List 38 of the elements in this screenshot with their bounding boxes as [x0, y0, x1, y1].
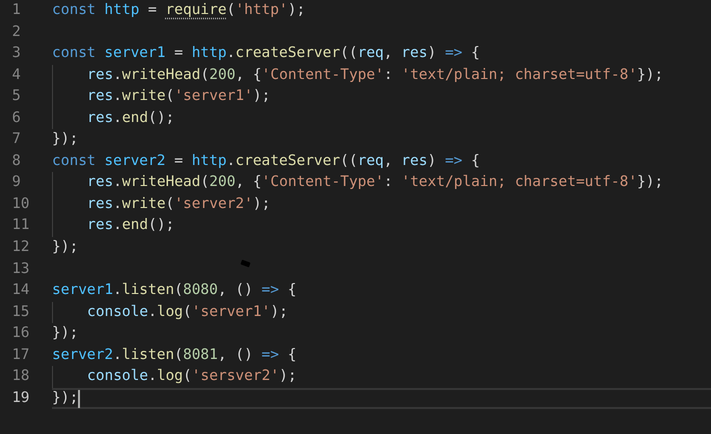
line-number: 10	[12, 194, 30, 214]
line-number: 8	[12, 152, 22, 171]
line-number: 1	[12, 1, 22, 20]
code-line: });	[52, 130, 78, 150]
text-cursor	[78, 390, 80, 408]
line-number: 14	[12, 281, 30, 300]
code-line: const server2 = http.createServer((req, res) => {	[52, 152, 480, 171]
line-number: 16	[12, 324, 30, 344]
code-line: console.log('sersver2');	[87, 367, 297, 386]
code-line: res.end();	[87, 108, 174, 128]
line-number: 6	[12, 108, 22, 128]
code-line: });	[52, 238, 78, 258]
line-number: 18	[12, 367, 30, 386]
code-line: });	[52, 324, 78, 344]
line-number: 17	[12, 346, 30, 365]
line-number: 12	[12, 238, 30, 258]
code-line: res.writeHead(200, {'Content-Type': 'text/plain; charset=utf-8'});	[87, 66, 664, 85]
line-number: 3	[12, 44, 22, 64]
code-line: res.write('server1');	[87, 87, 270, 106]
code-line: });	[52, 388, 78, 408]
code-line: res.write('server2');	[87, 194, 270, 214]
code-line: console.log('server1');	[87, 302, 288, 322]
line-number: 5	[12, 87, 22, 106]
code-line: const http = require('http');	[52, 1, 306, 20]
line-number: 13	[12, 260, 30, 279]
code-line: server2.listen(8081, () => {	[52, 346, 296, 365]
code-line: server1.listen(8080, () => {	[52, 281, 296, 300]
mouse-pointer-icon	[240, 260, 251, 268]
line-number: 11	[12, 216, 30, 236]
line-number: 7	[12, 130, 22, 150]
line-number: 9	[12, 173, 22, 192]
code-line: const server1 = http.createServer((req, res) => {	[52, 44, 480, 64]
line-number: 4	[12, 66, 22, 85]
line-number: 19	[12, 388, 30, 408]
line-number: 2	[12, 22, 22, 42]
line-number: 15	[12, 302, 30, 322]
code-line: res.writeHead(200, {'Content-Type': 'text/plain; charset=utf-8'});	[87, 173, 664, 192]
code-line: res.end();	[87, 216, 174, 236]
